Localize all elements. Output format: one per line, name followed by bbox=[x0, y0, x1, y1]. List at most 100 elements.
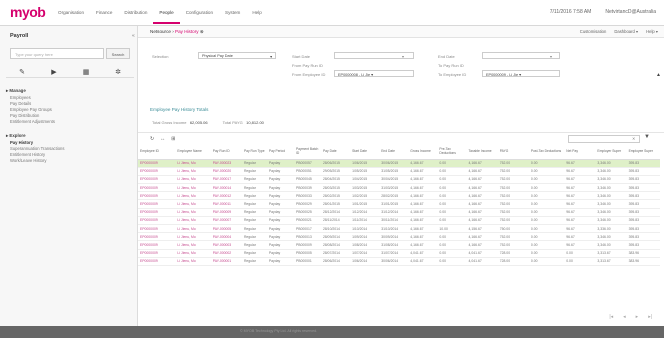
grid-icon[interactable]: ▦ bbox=[78, 68, 94, 76]
table-cell[interactable]: PAY-000017 bbox=[210, 175, 242, 185]
sidebar-item-employees[interactable]: Employees bbox=[10, 95, 31, 100]
sidebar-search-input[interactable]: Type your query here bbox=[10, 48, 104, 59]
to-employee-dropdown[interactable]: EP0000009 - Li Jie ▾ bbox=[482, 70, 560, 77]
table-row[interactable]: EP0000009 Li Jienu, Mo PAY-000003 Regular Pa… bbox=[138, 240, 660, 250]
table-cell[interactable]: EP0000009 bbox=[138, 183, 176, 193]
grid-search-input[interactable] bbox=[568, 135, 640, 143]
table-cell[interactable]: PAY-000014 bbox=[210, 183, 242, 193]
tab-action-customisation[interactable]: Customisation bbox=[580, 29, 607, 34]
table-cell[interactable]: PAY-000003 bbox=[210, 240, 242, 250]
filter-icon[interactable]: ▼ bbox=[644, 134, 650, 140]
table-cell[interactable]: PAY-000004 bbox=[210, 232, 242, 242]
first-page-icon[interactable]: |◂ bbox=[609, 314, 613, 320]
table-cell[interactable]: PAY-000009 bbox=[210, 208, 242, 217]
column-header[interactable]: Pay Run Type bbox=[241, 144, 267, 160]
column-header[interactable]: Payment Batch ID bbox=[293, 144, 321, 160]
column-header[interactable]: Net Pay bbox=[564, 144, 596, 160]
column-header[interactable]: Pay Period bbox=[266, 144, 294, 160]
table-row[interactable]: EP0000009 Li Jienu, Mo PAY-000005 Regular Pa… bbox=[138, 224, 660, 234]
sidebar-item-entitlement-history[interactable]: Entitlement History bbox=[10, 152, 45, 157]
column-header[interactable]: Start Date bbox=[350, 144, 380, 160]
sidebar-section-title[interactable]: ▸ Explore bbox=[6, 133, 26, 139]
nav-item-system[interactable]: System bbox=[219, 10, 246, 24]
selection-dropdown[interactable]: Physical Pay Date ▾ bbox=[198, 52, 276, 59]
expand-icon[interactable]: ↔ bbox=[160, 136, 165, 142]
sidebar-item-pay-distribution[interactable]: Pay Distribution bbox=[10, 113, 39, 118]
column-header[interactable]: Employee Name bbox=[175, 144, 211, 160]
table-row[interactable]: EP0000009 Li Jienu, Mo PAY-000002 Regular Pa… bbox=[138, 249, 660, 258]
table-cell[interactable]: PAY-000020 bbox=[210, 167, 242, 176]
table-cell[interactable]: EP0000009 bbox=[138, 208, 176, 217]
collapse-sidebar-icon[interactable]: « bbox=[132, 33, 135, 39]
sidebar-search-button[interactable]: Search bbox=[106, 48, 130, 59]
column-header[interactable]: Employee Super bbox=[626, 144, 660, 160]
scroll-up-icon[interactable]: ▲ bbox=[656, 72, 661, 78]
sidebar-item-work-leave-history[interactable]: Work/Leave History bbox=[10, 158, 46, 163]
user-name-link[interactable]: NetvirtancD@Australia bbox=[605, 9, 656, 15]
nav-item-organisation[interactable]: Organisation bbox=[52, 10, 90, 24]
table-row[interactable]: EP0000009 Li Jienu, Mo PAY-000009 Regular Pa… bbox=[138, 208, 660, 217]
sidebar-item-superannuation-transactions[interactable]: Superannuation Transactions bbox=[10, 146, 64, 151]
table-row[interactable]: EP0000009 Li Jienu, Mo PAY-000011 Regular Pa… bbox=[138, 199, 660, 209]
clear-search-icon[interactable]: ✕ bbox=[632, 136, 635, 141]
table-row[interactable]: EP0000009 Li Jienu, Mo PAY-000007 Regular Pa… bbox=[138, 216, 660, 226]
column-header[interactable]: Pay Date bbox=[320, 144, 351, 160]
tab-action-help[interactable]: Help ▾ bbox=[646, 29, 658, 34]
table-cell[interactable]: EP0000009 bbox=[138, 167, 176, 176]
sidebar-item-employee-pay-groups[interactable]: Employee Pay Groups bbox=[10, 107, 52, 112]
table-cell[interactable]: PAY-000007 bbox=[210, 216, 242, 226]
table-row[interactable]: EP0000009 Li Jienu, Mo PAY-000023 Regular Pa… bbox=[138, 159, 660, 168]
sidebar-item-pay-history[interactable]: Pay History bbox=[10, 140, 33, 145]
column-header[interactable]: Pre-Tax Deductions bbox=[437, 144, 467, 160]
pencil-icon[interactable]: ✎ bbox=[14, 68, 30, 76]
table-cell[interactable]: PAY-000005 bbox=[210, 224, 242, 234]
table-row[interactable]: EP0000009 Li Jienu, Mo PAY-000014 Regular Pa… bbox=[138, 183, 660, 193]
column-header[interactable]: PAYG bbox=[497, 144, 529, 160]
end-date-field[interactable] bbox=[482, 52, 560, 59]
table-cell[interactable]: EP0000009 bbox=[138, 191, 176, 201]
table-cell[interactable]: EP0000009 bbox=[138, 216, 176, 226]
column-header[interactable]: Gross Income bbox=[408, 144, 438, 160]
refresh-icon[interactable]: ↻ bbox=[150, 136, 154, 142]
sidebar-item-entitlement-adjustments[interactable]: Entitlement Adjustments bbox=[10, 119, 55, 124]
tab-pay-history[interactable]: Netsource › Pay History ⊗ bbox=[150, 29, 204, 35]
table-cell[interactable]: EP0000009 bbox=[138, 199, 176, 209]
table-row[interactable]: EP0000009 Li Jienu, Mo PAY-000001 Regular Pa… bbox=[138, 257, 660, 266]
calendar-icon[interactable]: ▾ bbox=[550, 54, 552, 59]
prev-page-icon[interactable]: ◂ bbox=[623, 314, 626, 320]
nav-item-people[interactable]: People bbox=[153, 10, 180, 24]
export-icon[interactable]: ⊞ bbox=[171, 136, 175, 142]
table-cell[interactable]: EP0000009 bbox=[138, 159, 176, 168]
table-cell[interactable]: PAY-000002 bbox=[210, 249, 242, 258]
sidebar-item-pay-details[interactable]: Pay Details bbox=[10, 101, 31, 106]
column-header[interactable]: Pay Run ID bbox=[210, 144, 242, 160]
calendar-icon[interactable]: ▾ bbox=[402, 54, 404, 59]
column-header[interactable]: Post-Tax Deductions bbox=[528, 144, 565, 160]
nav-item-finance[interactable]: Finance bbox=[90, 10, 118, 24]
column-header[interactable]: Employer Super bbox=[595, 144, 627, 160]
nav-item-distribution[interactable]: Distribution bbox=[118, 10, 153, 24]
last-page-icon[interactable]: ▸| bbox=[648, 314, 652, 320]
table-cell[interactable]: EP0000009 bbox=[138, 249, 176, 258]
column-header[interactable]: Employee ID bbox=[138, 144, 176, 160]
table-row[interactable]: EP0000009 Li Jienu, Mo PAY-000020 Regular Pa… bbox=[138, 167, 660, 176]
next-page-icon[interactable]: ▸ bbox=[636, 314, 639, 320]
close-tab-icon[interactable]: ⊗ bbox=[200, 29, 204, 34]
table-cell[interactable]: EP0000009 bbox=[138, 257, 176, 266]
table-cell[interactable]: PAY-000012 bbox=[210, 191, 242, 201]
table-cell[interactable]: EP0000009 bbox=[138, 240, 176, 250]
table-cell[interactable]: EP0000009 bbox=[138, 224, 176, 234]
table-cell[interactable]: PAY-000023 bbox=[210, 159, 242, 168]
play-icon[interactable]: ▶ bbox=[46, 68, 62, 76]
table-cell[interactable]: EP0000009 bbox=[138, 232, 176, 242]
myob-logo[interactable]: myob bbox=[10, 4, 46, 20]
sidebar-section-title[interactable]: ▸ Manage bbox=[6, 88, 26, 94]
table-cell[interactable]: PAY-000011 bbox=[210, 199, 242, 209]
from-employee-dropdown[interactable]: EP0000008 - Li Jie ▾ bbox=[334, 70, 414, 77]
tab-action-dashboard[interactable]: Dashboard ▾ bbox=[614, 29, 638, 34]
table-cell[interactable]: EP0000009 bbox=[138, 175, 176, 185]
nav-item-help[interactable]: Help bbox=[246, 10, 267, 24]
column-header[interactable]: Taxable Income bbox=[466, 144, 498, 160]
table-row[interactable]: EP0000009 Li Jienu, Mo PAY-000017 Regular Pa… bbox=[138, 175, 660, 185]
table-cell[interactable]: PAY-000001 bbox=[210, 257, 242, 266]
